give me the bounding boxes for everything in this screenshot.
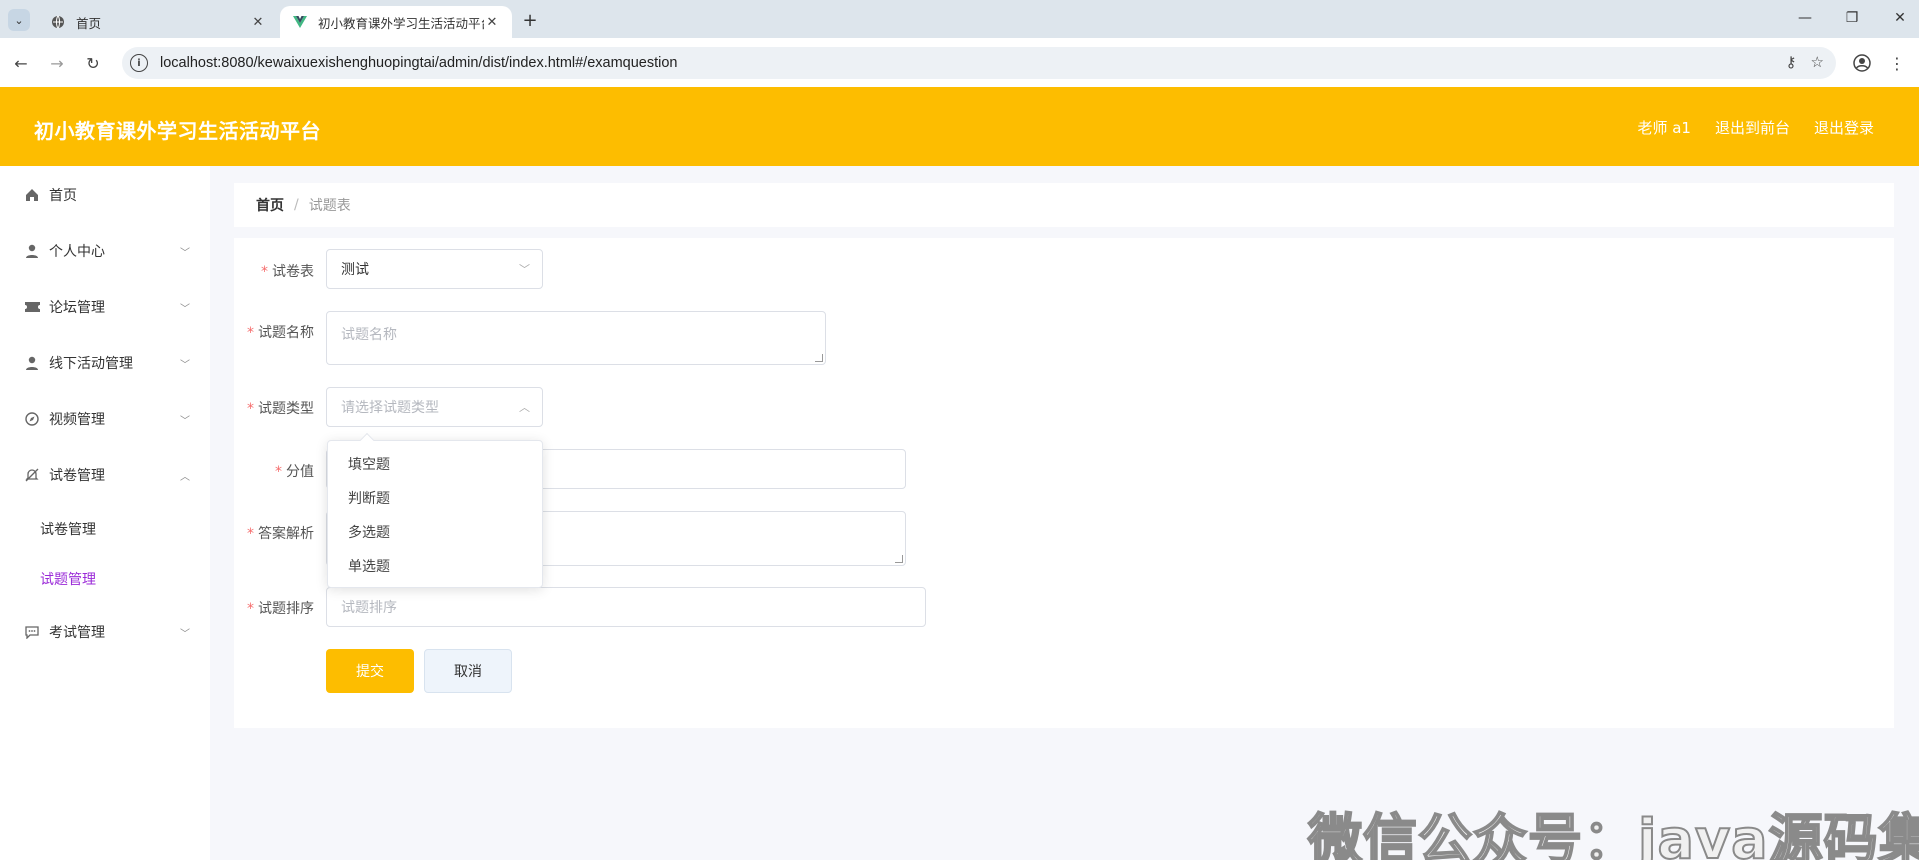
paper-select[interactable]: 测试 ﹀ (326, 249, 543, 289)
chevron-down-icon: ﹀ (519, 263, 530, 276)
sidebar-item-label: 论坛管理 (49, 300, 105, 316)
sidebar-item-label: 试卷管理 (49, 468, 105, 484)
chevron-down-icon: ﹀ (180, 303, 190, 315)
password-key-icon[interactable]: ⚷ (1786, 53, 1797, 71)
tab-title: 首页 (76, 15, 102, 31)
ticket-icon (24, 299, 40, 315)
browser-tabbar: ⌄ 首页 ✕ 初小教育课外学习生活活动平台 ✕ + — ❐ ✕ (0, 0, 1919, 38)
sidebar-item-label: 首页 (49, 188, 77, 204)
sidebar-item-label: 个人中心 (49, 244, 105, 260)
sidebar: 首页 个人中心 ﹀ 论坛管理 ﹀ 线下活动管理 ﹀ 视频管理 ﹀ 试卷管理 ︿ (0, 166, 210, 860)
chat-icon (24, 624, 40, 640)
profile-icon[interactable] (1851, 52, 1873, 74)
score-label: * 分值 (275, 464, 314, 480)
question-name-placeholder: 试题名称 (341, 327, 397, 343)
bookmark-star-icon[interactable]: ☆ (1811, 53, 1824, 71)
chevron-down-icon: ﹀ (180, 359, 190, 371)
question-name-label: * 试题名称 (247, 325, 314, 341)
sidebar-item-label: 线下活动管理 (49, 356, 133, 372)
site-info-icon[interactable]: i (130, 54, 148, 72)
order-label: * 试题排序 (247, 601, 314, 617)
breadcrumb: 首页 / 试题表 (234, 183, 1894, 227)
forward-arrow-icon[interactable]: → (46, 52, 68, 74)
question-name-field[interactable]: 试题名称 (326, 311, 826, 365)
breadcrumb-separator: / (294, 197, 299, 213)
sidebar-item-forum[interactable]: 论坛管理 ﹀ (0, 287, 210, 327)
dropdown-option-multiple-choice[interactable]: 多选题 (328, 515, 542, 549)
url-text: localhost:8080/kewaixuexishenghuopingtai… (160, 55, 678, 71)
restore-icon[interactable]: ❐ (1842, 8, 1862, 28)
globe-icon (50, 14, 66, 30)
sidebar-item-video[interactable]: 视频管理 ﹀ (0, 399, 210, 439)
reload-icon[interactable]: ↻ (82, 52, 104, 74)
sidebar-item-label: 视频管理 (49, 412, 105, 428)
sidebar-item-personal-center[interactable]: 个人中心 ﹀ (0, 231, 210, 271)
sidebar-item-offline-activity[interactable]: 线下活动管理 ﹀ (0, 343, 210, 383)
app-header: 初小教育课外学习生活活动平台 老师 a1 退出到前台 退出登录 (0, 87, 1919, 166)
chevron-up-icon: ︿ (519, 401, 530, 414)
address-bar[interactable]: i localhost:8080/kewaixuexishenghuopingt… (122, 47, 1836, 79)
breadcrumb-home[interactable]: 首页 (256, 195, 284, 215)
minimize-icon[interactable]: — (1795, 8, 1815, 28)
tab-search-chevron-icon[interactable]: ⌄ (8, 9, 30, 31)
bell-off-icon (24, 467, 40, 483)
question-type-label: * 试题类型 (247, 401, 314, 417)
tab-title: 初小教育课外学习生活活动平台 (318, 15, 484, 31)
vue-logo-icon (292, 14, 308, 30)
dropdown-option-single-choice[interactable]: 单选题 (328, 549, 542, 583)
home-icon (24, 187, 40, 203)
question-type-dropdown: 填空题 判断题 多选题 单选题 (327, 432, 543, 588)
question-type-placeholder: 请选择试题类型 (341, 400, 439, 416)
current-user: 老师 a1 (1637, 119, 1691, 137)
kebab-menu-icon[interactable]: ⋮ (1886, 52, 1908, 74)
dropdown-option-true-false[interactable]: 判断题 (328, 481, 542, 515)
chevron-up-icon: ︿ (180, 471, 190, 483)
resize-handle-icon[interactable] (895, 555, 903, 563)
sidebar-item-exam-paper[interactable]: 试卷管理 ︿ (0, 455, 210, 495)
analysis-label: * 答案解析 (247, 526, 314, 542)
close-icon[interactable]: ✕ (250, 14, 266, 30)
sidebar-item-home[interactable]: 首页 (0, 175, 210, 215)
cancel-button[interactable]: 取消 (424, 649, 512, 693)
browser-toolbar: ← → ↻ i localhost:8080/kewaixuexishenghu… (0, 38, 1919, 87)
chevron-down-icon: ﹀ (180, 247, 190, 259)
exit-to-front-link[interactable]: 退出到前台 (1715, 117, 1790, 138)
paper-label: * 试卷表 (261, 264, 314, 280)
paper-select-value: 测试 (341, 262, 369, 278)
user-icon (24, 243, 40, 259)
watermark-text: 微信公众号：java源码集合 (1307, 807, 1919, 860)
chevron-down-icon: ﹀ (180, 415, 190, 427)
chevron-down-icon: ﹀ (180, 628, 190, 640)
user-icon (24, 355, 40, 371)
order-input[interactable]: 试题排序 (326, 587, 926, 627)
resize-handle-icon[interactable] (815, 354, 823, 362)
sidebar-item-exam[interactable]: 考试管理 ﹀ (0, 612, 210, 652)
logout-link[interactable]: 退出登录 (1814, 117, 1874, 138)
new-tab-plus-icon[interactable]: + (520, 10, 540, 31)
sidebar-subitem-question-management[interactable]: 试题管理 (40, 569, 96, 589)
dropdown-option-fill-blank[interactable]: 填空题 (328, 447, 542, 481)
sidebar-subitem-paper-management[interactable]: 试卷管理 (40, 519, 96, 539)
sidebar-item-label: 考试管理 (49, 625, 105, 641)
close-icon[interactable]: ✕ (484, 14, 500, 30)
app-title: 初小教育课外学习生活活动平台 (34, 119, 321, 143)
window-close-icon[interactable]: ✕ (1890, 8, 1910, 28)
breadcrumb-current: 试题表 (308, 198, 351, 214)
back-arrow-icon[interactable]: ← (10, 52, 32, 74)
browser-tab-home[interactable]: 首页 ✕ (38, 6, 278, 38)
question-type-select[interactable]: 请选择试题类型 ︿ (326, 387, 543, 427)
compass-icon (24, 411, 40, 427)
submit-button[interactable]: 提交 (326, 649, 414, 693)
order-placeholder: 试题排序 (341, 600, 397, 616)
browser-tab-active[interactable]: 初小教育课外学习生活活动平台 ✕ (280, 6, 512, 38)
